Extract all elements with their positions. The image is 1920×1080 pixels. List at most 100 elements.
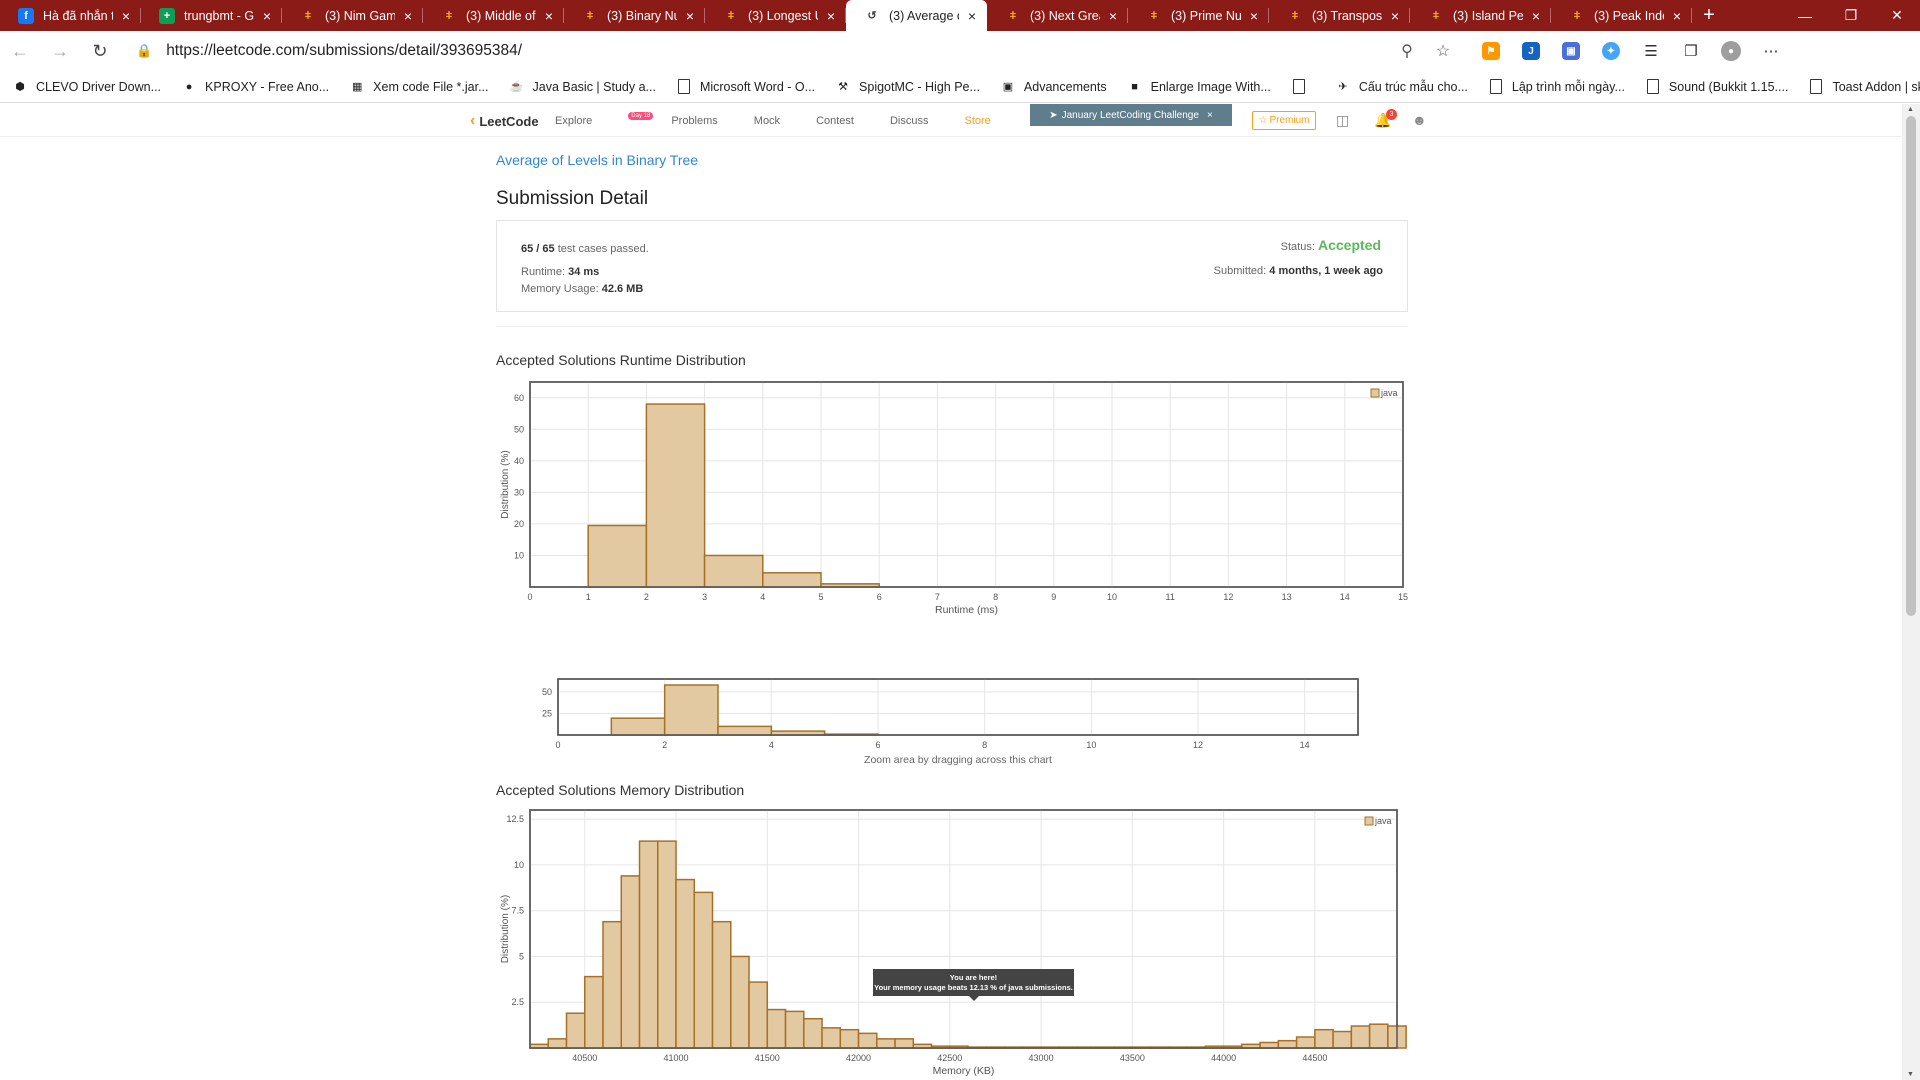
- x-tick-label: 0: [527, 592, 532, 602]
- reload-button[interactable]: ↻: [80, 34, 120, 68]
- close-icon[interactable]: ×: [260, 8, 274, 24]
- nav-problems[interactable]: Problems: [671, 115, 735, 127]
- premium-button[interactable]: ☆ Premium: [1252, 111, 1316, 130]
- zoom-icon[interactable]: ⚲: [1389, 41, 1425, 61]
- challenge-banner[interactable]: ➤ January LeetCoding Challenge ×: [1030, 104, 1232, 126]
- close-icon[interactable]: ×: [401, 8, 415, 24]
- close-icon[interactable]: ×: [119, 8, 133, 24]
- bookmark-2[interactable]: ▦ Xem code File *.jar...: [349, 79, 489, 95]
- close-icon[interactable]: ×: [1207, 110, 1213, 121]
- tab-11[interactable]: ǂ (3) Peak Index ×: [1551, 0, 1692, 31]
- bookmark-icon: [676, 79, 692, 95]
- bookmark-10[interactable]: Lập trình mỗi ngày...: [1488, 79, 1625, 95]
- logo-text: LeetCode: [479, 113, 539, 129]
- coupon-icon: ⚑: [1482, 42, 1500, 60]
- new-tab-button[interactable]: +: [1692, 0, 1726, 31]
- menu-button[interactable]: ⋯: [1751, 36, 1791, 66]
- problem-link[interactable]: Average of Levels in Binary Tree: [496, 152, 698, 168]
- nav-store[interactable]: Store: [965, 115, 1009, 127]
- close-icon[interactable]: ×: [542, 8, 556, 24]
- close-icon[interactable]: ×: [965, 8, 979, 24]
- bookmark-9[interactable]: ✈ Cấu trúc mẫu cho...: [1335, 79, 1468, 95]
- runtime-chart[interactable]: 0 1 2 3 4 5 6 7 8 9 10 11 12 13 14 15102030405060Runtim…: [0, 372, 1500, 637]
- bookmark-12[interactable]: Toast Addon | skUni...: [1808, 79, 1920, 95]
- favorites-button[interactable]: ☰: [1631, 36, 1671, 66]
- playground-icon[interactable]: ◫: [1336, 112, 1349, 129]
- close-icon[interactable]: ×: [824, 8, 838, 24]
- collections-button[interactable]: ❐: [1671, 36, 1711, 66]
- tab-6[interactable]: ↺ (3) Average of ×: [846, 0, 987, 31]
- bookmark-icon: ●: [185, 80, 193, 93]
- restore-button[interactable]: ❐: [1828, 0, 1874, 31]
- tab-3[interactable]: ǂ (3) Middle of t ×: [423, 0, 564, 31]
- y-tick-label: 2.5: [511, 997, 524, 1007]
- bookmark-0[interactable]: ⬢ CLEVO Driver Down...: [12, 79, 161, 95]
- x-tick-label: 4: [760, 592, 765, 602]
- scroll-up-icon[interactable]: ▲: [1907, 106, 1914, 113]
- tab-8[interactable]: ǂ (3) Prime Num ×: [1128, 0, 1269, 31]
- bookmark-3[interactable]: ☕ Java Basic | Study a...: [509, 79, 656, 95]
- runtime-navigator-chart[interactable]: 0 2 4 6 8 10 12 14 25 50 Zoom area by dragging acr…: [0, 667, 1500, 767]
- page-scrollbar[interactable]: ▲ ▼: [1902, 104, 1920, 1080]
- extension-blue[interactable]: ✦: [1591, 36, 1631, 66]
- bookmark-7[interactable]: ■ Enlarge Image With...: [1127, 79, 1271, 95]
- extension-coupon[interactable]: ⚑: [1471, 36, 1511, 66]
- nav-explore[interactable]: Explore Day 18: [555, 112, 654, 127]
- bookmark-4[interactable]: Microsoft Word - O...: [676, 79, 815, 95]
- bar: [784, 1010, 805, 1049]
- bar: [602, 920, 623, 1049]
- bookmark-icon: ■: [1131, 80, 1138, 93]
- x-tick-label: 12: [1193, 740, 1203, 750]
- bar: [657, 840, 677, 1049]
- tab-1[interactable]: + trungbmt - Go ×: [141, 0, 282, 31]
- tab-2[interactable]: ǂ (3) Nim Game ×: [282, 0, 423, 31]
- leetcode-icon: ǂ: [1432, 9, 1440, 22]
- y-tick-label: 20: [514, 519, 524, 529]
- bookmark-1[interactable]: ● KPROXY - Free Ano...: [181, 79, 329, 95]
- bookmark-6[interactable]: ▣ Advancements: [1000, 79, 1107, 95]
- leetcode-icon: ǂ: [1009, 9, 1017, 22]
- bar: [587, 524, 648, 588]
- close-icon[interactable]: ×: [1529, 8, 1543, 24]
- close-icon[interactable]: ×: [1247, 8, 1261, 24]
- extension-j[interactable]: J: [1511, 36, 1551, 66]
- bird-icon: ✦: [1602, 42, 1620, 60]
- user-icon[interactable]: ☻: [1412, 112, 1427, 128]
- tab-4[interactable]: ǂ (3) Binary Num ×: [564, 0, 705, 31]
- close-icon[interactable]: ×: [1106, 8, 1120, 24]
- bar: [645, 403, 706, 588]
- nav-mock[interactable]: Mock: [754, 115, 798, 127]
- x-tick-label: 2: [644, 592, 649, 602]
- tab-7[interactable]: ǂ (3) Next Great ×: [987, 0, 1128, 31]
- bookmark-5[interactable]: ⚒ SpigotMC - High Pe...: [835, 79, 980, 95]
- nav-discuss[interactable]: Discuss: [890, 115, 947, 127]
- scroll-down-icon[interactable]: ▼: [1907, 1071, 1914, 1078]
- x-tick-label: 5: [818, 592, 823, 602]
- minimize-button[interactable]: —: [1782, 0, 1828, 31]
- bookmark-8[interactable]: [1291, 79, 1315, 95]
- tooltip-line2: Your memory usage beats 12.13 % of java …: [874, 983, 1073, 992]
- tab-9[interactable]: ǂ (3) Transpose ×: [1269, 0, 1410, 31]
- forward-button[interactable]: →: [40, 34, 80, 68]
- leetcode-logo[interactable]: ‹ LeetCode: [470, 112, 539, 130]
- memory-chart[interactable]: 40500 41000 41500 42000 42500 43000 43500 44000…: [0, 802, 1500, 1080]
- close-icon[interactable]: ×: [1670, 8, 1684, 24]
- close-icon[interactable]: ×: [683, 8, 697, 24]
- bookmark-11[interactable]: Sound (Bukkit 1.15....: [1645, 79, 1788, 95]
- star-icon[interactable]: ☆: [1425, 41, 1461, 61]
- tab-5[interactable]: ǂ (3) Longest Un ×: [705, 0, 846, 31]
- x-tick-label: 42500: [937, 1053, 962, 1063]
- address-bar[interactable]: 🔒 https://leetcode.com/submissions/detai…: [126, 36, 1471, 66]
- tab-10[interactable]: ǂ (3) Island Peri ×: [1410, 0, 1551, 31]
- close-window-button[interactable]: ✕: [1874, 0, 1920, 31]
- close-icon[interactable]: ×: [1388, 8, 1402, 24]
- scroll-thumb[interactable]: [1906, 116, 1916, 616]
- profile-button[interactable]: ●: [1711, 36, 1751, 66]
- extension-translate[interactable]: ▣: [1551, 36, 1591, 66]
- bookmark-icon: ⚒: [838, 81, 848, 93]
- y-tick-label: 10: [514, 860, 524, 870]
- nav-contest[interactable]: Contest: [816, 115, 872, 127]
- back-button[interactable]: ←: [0, 34, 40, 68]
- tab-0[interactable]: f Hà đã nhắn tin ×: [0, 0, 141, 31]
- leetcode-icon: ǂ: [727, 9, 735, 22]
